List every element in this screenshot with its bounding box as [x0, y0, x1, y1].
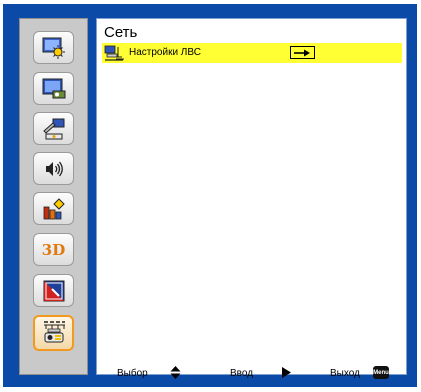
lan-computer-icon: [104, 45, 124, 67]
image-sun-icon: [41, 36, 67, 60]
menu-item-lan-settings[interactable]: Настройки ЛВС: [102, 43, 402, 63]
sidebar-item-3d-settings[interactable]: 3D: [33, 233, 74, 266]
enter-hint-label: Ввод: [230, 368, 254, 379]
lan-settings-label: Настройки ЛВС: [129, 47, 201, 58]
settings-panel: Сеть Настройки ЛВС Выбор Ввод Выход Menu: [96, 18, 407, 379]
enter-arrow-icon[interactable]: [290, 46, 315, 59]
speaker-volume-icon: [41, 157, 67, 181]
sidebar-item-display-settings[interactable]: [33, 72, 74, 105]
network-icon: [40, 319, 68, 347]
tools-icon: [41, 117, 67, 141]
up-down-triangle-icon: [170, 366, 181, 382]
sidebar-item-volume[interactable]: [33, 152, 74, 185]
3d-icon: 3D: [41, 240, 66, 259]
osd-menu-frame: 3D Сеть Настройки ЛВС Выбор Ввод Выход M…: [3, 4, 417, 387]
right-triangle-icon: [282, 367, 291, 381]
category-sidebar: 3D: [19, 18, 88, 375]
projector-screen-icon: [41, 77, 67, 101]
exit-hint-label: Выход: [330, 368, 360, 379]
hint-bar: Выбор Ввод Выход Menu: [97, 365, 408, 385]
sidebar-item-setup[interactable]: [33, 112, 74, 145]
menu-key-icon: Menu: [373, 366, 389, 379]
page-title: Сеть: [104, 24, 138, 41]
sidebar-item-network[interactable]: [33, 315, 74, 351]
sidebar-item-image-settings[interactable]: [33, 31, 74, 64]
interactive-board-icon: [41, 279, 67, 303]
sidebar-item-interactive[interactable]: [33, 274, 74, 307]
options-chart-icon: [41, 197, 67, 221]
sidebar-item-options[interactable]: [33, 192, 74, 225]
select-hint-label: Выбор: [117, 368, 148, 379]
